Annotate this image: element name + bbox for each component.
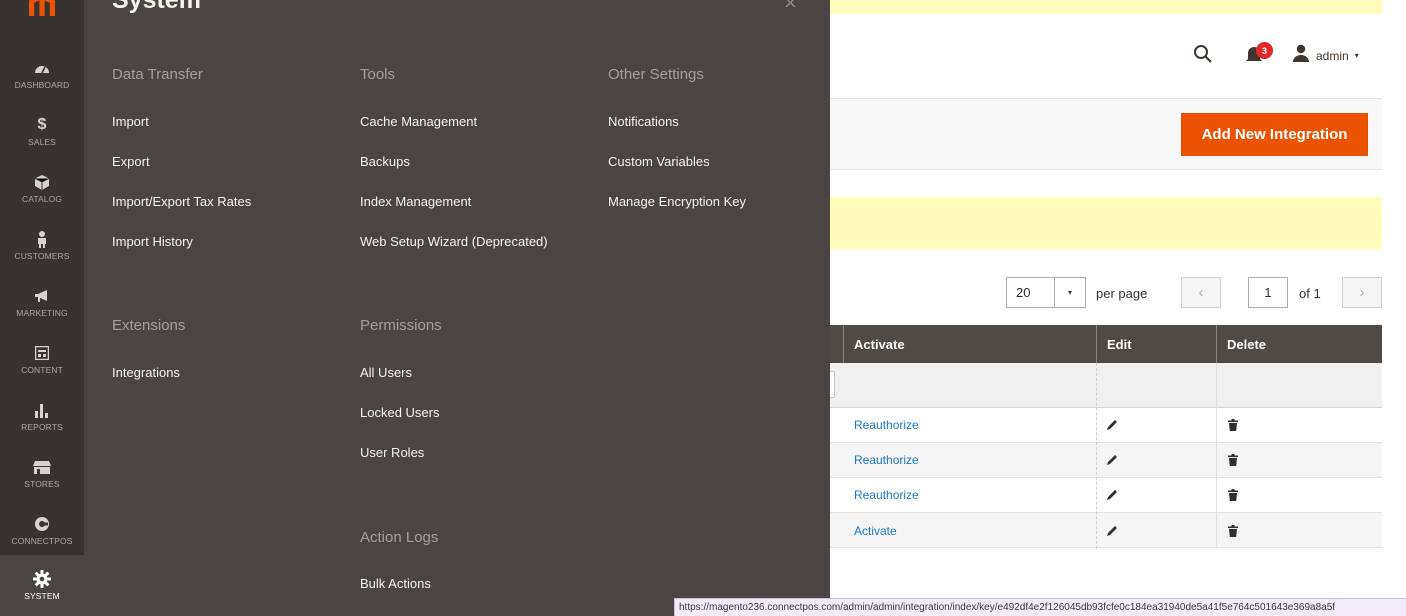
nav-sales[interactable]: $ SALES bbox=[0, 103, 84, 160]
menu-link-locked-users[interactable]: Locked Users bbox=[360, 405, 439, 420]
dashboard-icon bbox=[33, 59, 51, 77]
nav-stores[interactable]: STORES bbox=[0, 445, 84, 502]
bar-chart-icon bbox=[33, 401, 51, 419]
menu-link-export[interactable]: Export bbox=[112, 154, 150, 169]
previous-page-button[interactable]: ‹ bbox=[1181, 277, 1221, 308]
admin-sidebar: DASHBOARD $ SALES CATALOG CUSTOMERS MARK… bbox=[0, 0, 84, 616]
column-header-edit[interactable]: Edit bbox=[1096, 325, 1216, 363]
per-page-dropdown-button[interactable]: ▾ bbox=[1054, 278, 1085, 307]
column-header-delete[interactable]: Delete bbox=[1216, 325, 1382, 363]
dollar-icon: $ bbox=[37, 116, 47, 133]
menu-link-notifications[interactable]: Notifications bbox=[608, 114, 679, 129]
menu-link-custom-variables[interactable]: Custom Variables bbox=[608, 154, 710, 169]
nav-content-label: CONTENT bbox=[21, 365, 63, 375]
trash-icon[interactable] bbox=[1228, 488, 1242, 502]
cube-icon bbox=[33, 173, 51, 191]
nav-connectpos[interactable]: CONNECTPOS bbox=[0, 502, 84, 559]
connectpos-icon bbox=[33, 515, 51, 533]
nav-marketing-label: MARKETING bbox=[16, 308, 68, 318]
filter-input[interactable] bbox=[830, 371, 835, 398]
menu-link-index-management[interactable]: Index Management bbox=[360, 194, 471, 209]
message-notice bbox=[830, 197, 1382, 249]
close-icon[interactable]: × bbox=[784, 0, 797, 16]
nav-customers[interactable]: CUSTOMERS bbox=[0, 217, 84, 274]
nav-stores-label: STORES bbox=[24, 479, 60, 489]
layout-icon bbox=[33, 344, 51, 362]
submenu-title: System bbox=[112, 0, 201, 14]
per-page-value: 20 bbox=[1016, 285, 1031, 300]
nav-sales-label: SALES bbox=[28, 137, 56, 147]
pencil-icon[interactable] bbox=[1106, 418, 1120, 432]
menu-link-user-roles[interactable]: User Roles bbox=[360, 445, 424, 460]
menu-link-all-users[interactable]: All Users bbox=[360, 365, 412, 380]
group-title-tools: Tools bbox=[360, 66, 396, 83]
nav-reports-label: REPORTS bbox=[21, 422, 63, 432]
menu-link-web-setup-wizard[interactable]: Web Setup Wizard (Deprecated) bbox=[360, 234, 548, 249]
menu-link-import-export-tax-rates[interactable]: Import/Export Tax Rates bbox=[112, 194, 251, 209]
magento-logo[interactable] bbox=[0, 0, 84, 30]
page-total-label: of 1 bbox=[1299, 286, 1321, 301]
group-title-permissions: Permissions bbox=[360, 317, 442, 334]
group-title-extensions: Extensions bbox=[112, 317, 186, 334]
nav-dashboard[interactable]: DASHBOARD bbox=[0, 46, 84, 103]
column-divider bbox=[1096, 363, 1097, 549]
nav-reports[interactable]: REPORTS bbox=[0, 388, 84, 445]
menu-link-integrations[interactable]: Integrations bbox=[112, 365, 180, 380]
column-divider bbox=[1216, 363, 1217, 549]
menu-link-cache-management[interactable]: Cache Management bbox=[360, 114, 477, 129]
menu-link-bulk-actions[interactable]: Bulk Actions bbox=[360, 576, 431, 591]
nav-system[interactable]: SYSTEM bbox=[0, 555, 84, 616]
admin-page: DASHBOARD $ SALES CATALOG CUSTOMERS MARK… bbox=[0, 0, 1406, 616]
nav-marketing[interactable]: MARKETING bbox=[0, 274, 84, 331]
chevron-down-icon: ▾ bbox=[1354, 51, 1359, 60]
search-icon[interactable] bbox=[1193, 44, 1213, 64]
group-title-other-settings: Other Settings bbox=[608, 66, 704, 83]
nav-catalog-label: CATALOG bbox=[21, 194, 63, 204]
pencil-icon[interactable] bbox=[1106, 453, 1120, 467]
column-header-activate[interactable]: Activate bbox=[843, 325, 1096, 363]
admin-user-menu[interactable]: admin ▾ bbox=[1292, 44, 1359, 67]
reauthorize-link[interactable]: Reauthorize bbox=[854, 418, 919, 432]
store-icon bbox=[33, 458, 51, 476]
grid-filter-row bbox=[830, 363, 1382, 408]
top-notice-bar bbox=[830, 0, 1382, 14]
group-title-data-transfer: Data Transfer bbox=[112, 66, 203, 83]
pencil-icon[interactable] bbox=[1106, 524, 1120, 538]
next-page-button[interactable]: › bbox=[1342, 277, 1382, 308]
add-new-integration-button[interactable]: Add New Integration bbox=[1181, 113, 1368, 156]
menu-link-manage-encryption-key[interactable]: Manage Encryption Key bbox=[608, 194, 746, 209]
menu-link-import[interactable]: Import bbox=[112, 114, 149, 129]
notification-count-badge: 3 bbox=[1256, 42, 1273, 59]
trash-icon[interactable] bbox=[1228, 418, 1242, 432]
reauthorize-link[interactable]: Reauthorize bbox=[854, 453, 919, 467]
nav-system-label: SYSTEM bbox=[24, 591, 60, 601]
reauthorize-link[interactable]: Reauthorize bbox=[854, 488, 919, 502]
system-submenu: System × Data Transfer Import Export Imp… bbox=[84, 0, 830, 616]
per-page-label: per page bbox=[1096, 286, 1148, 301]
person-icon bbox=[33, 230, 51, 248]
nav-catalog[interactable]: CATALOG bbox=[0, 160, 84, 217]
page-number-input[interactable]: 1 bbox=[1248, 277, 1288, 308]
user-name: admin bbox=[1316, 48, 1349, 63]
gear-icon bbox=[33, 570, 51, 588]
nav-dashboard-label: DASHBOARD bbox=[14, 80, 70, 90]
menu-link-backups[interactable]: Backups bbox=[360, 154, 410, 169]
trash-icon[interactable] bbox=[1228, 453, 1242, 467]
menu-link-import-history[interactable]: Import History bbox=[112, 234, 193, 249]
trash-icon[interactable] bbox=[1228, 524, 1242, 538]
pencil-icon[interactable] bbox=[1106, 488, 1120, 502]
activate-link[interactable]: Activate bbox=[854, 524, 897, 538]
browser-status-url: https://magento236.connectpos.com/admin/… bbox=[674, 598, 1406, 616]
megaphone-icon bbox=[33, 287, 51, 305]
user-icon bbox=[1292, 44, 1310, 67]
nav-customers-label: CUSTOMERS bbox=[14, 251, 70, 261]
nav-content[interactable]: CONTENT bbox=[0, 331, 84, 388]
nav-connectpos-label: CONNECTPOS bbox=[11, 536, 73, 546]
group-title-action-logs: Action Logs bbox=[360, 529, 439, 546]
